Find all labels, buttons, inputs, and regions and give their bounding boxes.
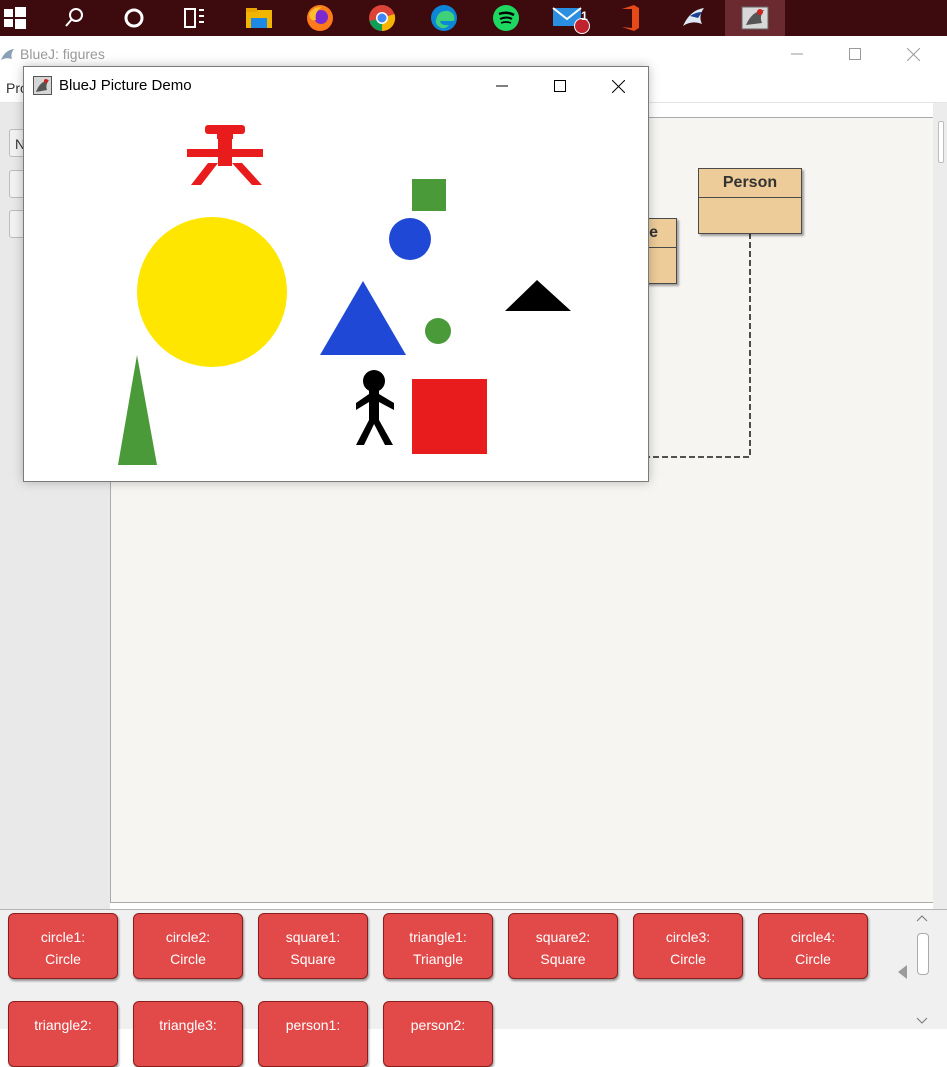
person-black xyxy=(356,370,394,445)
object-type: Square xyxy=(290,951,336,967)
object-triangle3[interactable]: triangle3: xyxy=(133,1001,243,1067)
object-person1[interactable]: person1: xyxy=(258,1001,368,1067)
bluej-icon[interactable] xyxy=(668,0,720,36)
object-name: circle1: xyxy=(40,929,86,945)
square-green xyxy=(412,179,446,211)
square-red xyxy=(412,379,487,454)
maximize-button[interactable] xyxy=(835,42,875,66)
demo-maximize-button[interactable] xyxy=(538,71,582,101)
object-type: Square xyxy=(540,951,586,967)
minimize-button[interactable] xyxy=(777,42,817,66)
object-name: triangle2: xyxy=(34,1017,92,1033)
scrollbar-thumb[interactable] xyxy=(938,121,944,163)
bluej-picture-icon[interactable] xyxy=(725,0,785,36)
object-square1[interactable]: square1: Square xyxy=(258,913,368,979)
class-name: Person xyxy=(699,169,801,198)
firefox-icon[interactable] xyxy=(294,0,346,36)
object-triangle1[interactable]: triangle1: Triangle xyxy=(383,913,493,979)
scroll-left-arrow-icon[interactable] xyxy=(898,965,907,979)
taskbar: 1 xyxy=(0,0,947,36)
object-name: square2: xyxy=(535,929,591,945)
object-bench: circle1: Circle circle2: Circle square1: Sq… xyxy=(0,909,947,1067)
picture-demo-app-icon xyxy=(33,76,52,95)
object-type: Circle xyxy=(170,951,206,967)
object-circle2[interactable]: circle2: Circle xyxy=(133,913,243,979)
triangle-blue xyxy=(320,281,406,355)
triangle-green xyxy=(118,355,157,465)
person-red xyxy=(187,125,263,185)
picture-canvas xyxy=(118,125,571,465)
object-square2[interactable]: square2: Square xyxy=(508,913,618,979)
demo-close-button[interactable] xyxy=(596,71,640,101)
demo-minimize-button[interactable] xyxy=(480,71,524,101)
search-icon[interactable] xyxy=(48,0,100,36)
right-scroll-area xyxy=(933,103,947,945)
mail-icon[interactable]: 1 xyxy=(542,0,600,36)
edge-icon[interactable] xyxy=(418,0,470,36)
object-type: Triangle xyxy=(412,951,464,967)
office-icon[interactable] xyxy=(604,0,656,36)
circle-blue xyxy=(389,218,431,260)
triangle-black xyxy=(505,280,571,311)
object-circle1[interactable]: circle1: Circle xyxy=(8,913,118,979)
mail-badge: 1 xyxy=(581,9,588,23)
bluej-app-icon xyxy=(1,49,14,60)
scrollbar-thumb[interactable] xyxy=(917,933,929,975)
picture-demo-window: BlueJ Picture Demo xyxy=(23,66,649,482)
task-view-icon[interactable] xyxy=(168,0,220,36)
object-name: person1: xyxy=(285,1017,341,1033)
spotify-icon[interactable] xyxy=(480,0,532,36)
windows-start-icon[interactable] xyxy=(0,0,30,36)
chrome-icon[interactable] xyxy=(356,0,408,36)
window-title: BlueJ: figures xyxy=(20,46,105,62)
object-type: Circle xyxy=(670,951,706,967)
object-type: Circle xyxy=(795,951,831,967)
close-button[interactable] xyxy=(893,42,933,66)
class-box-person[interactable]: Person xyxy=(698,168,802,234)
cortana-icon[interactable] xyxy=(108,0,160,36)
object-name: circle3: xyxy=(665,929,711,945)
object-name: circle4: xyxy=(790,929,836,945)
picture-demo-title: BlueJ Picture Demo xyxy=(59,77,192,94)
object-circle4[interactable]: circle4: Circle xyxy=(758,913,868,979)
object-name: triangle3: xyxy=(159,1017,217,1033)
object-name: triangle1: xyxy=(409,929,467,945)
object-triangle2[interactable]: triangle2: xyxy=(8,1001,118,1067)
circle-yellow xyxy=(137,217,287,367)
object-name: square1: xyxy=(285,929,341,945)
object-name: circle2: xyxy=(165,929,211,945)
object-type: Circle xyxy=(45,951,81,967)
object-person2[interactable]: person2: xyxy=(383,1001,493,1067)
object-circle3[interactable]: circle3: Circle xyxy=(633,913,743,979)
file-explorer-icon[interactable] xyxy=(233,0,285,36)
object-name: person2: xyxy=(410,1017,466,1033)
circle-green xyxy=(425,318,451,344)
